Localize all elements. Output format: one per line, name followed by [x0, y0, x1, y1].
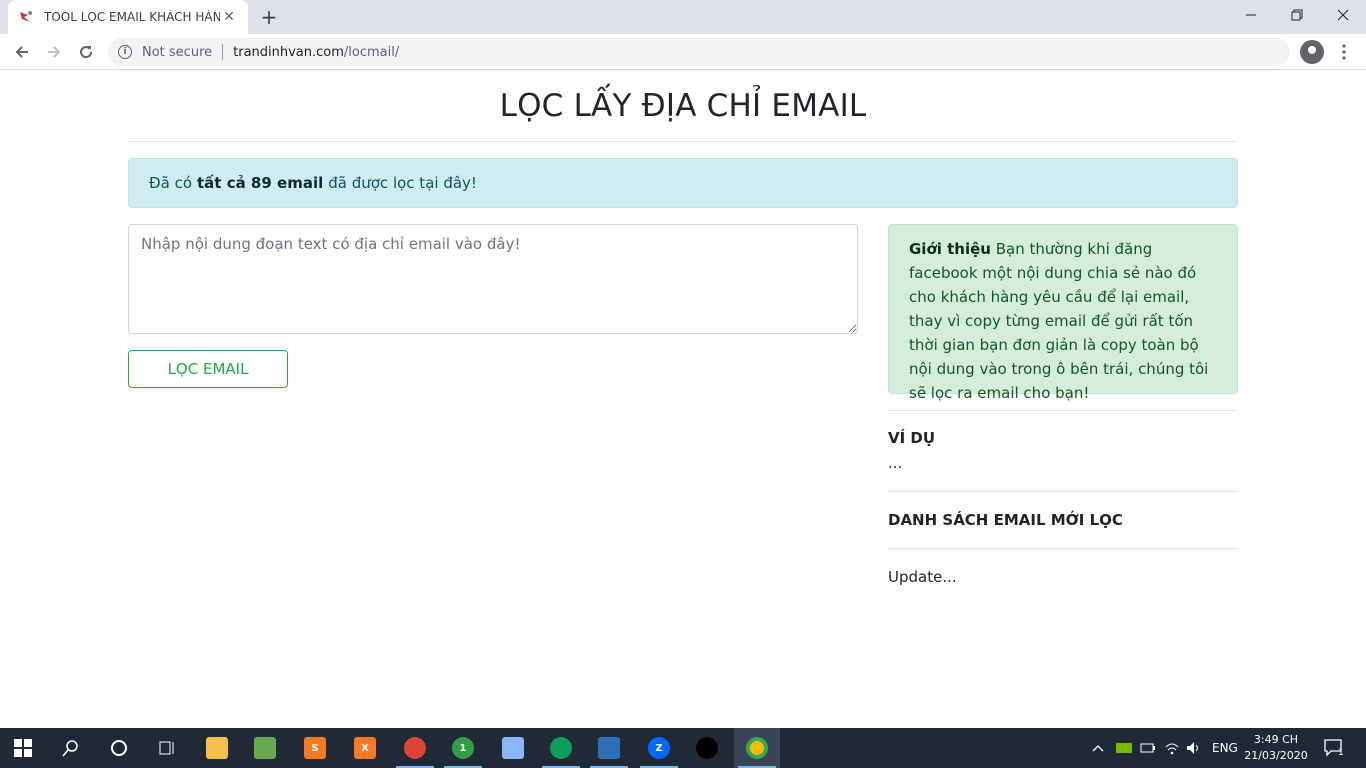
example-heading: VÍ DỤ: [888, 429, 936, 447]
chrome-alt-icon[interactable]: [538, 728, 584, 768]
chrome-active-icon[interactable]: [734, 728, 780, 768]
task-view-icon[interactable]: [144, 728, 190, 768]
security-label: Not secure: [142, 44, 213, 60]
cortana-icon[interactable]: [96, 728, 142, 768]
chrome-profile-icon[interactable]: [392, 728, 438, 768]
notification-count: 1: [1338, 748, 1344, 758]
notification-center-icon[interactable]: 1: [1324, 728, 1344, 768]
chat-app-icon[interactable]: 1: [440, 728, 486, 768]
chat-badge: 1: [452, 737, 474, 759]
xampp-icon[interactable]: X: [342, 728, 388, 768]
restore-icon[interactable]: [1274, 0, 1320, 30]
power-icon[interactable]: [1140, 728, 1156, 768]
volume-icon[interactable]: [1186, 728, 1202, 768]
wifi-icon[interactable]: [1164, 728, 1180, 768]
info-suffix: đã được lọc tại đây!: [328, 174, 477, 192]
search-icon[interactable]: [48, 728, 94, 768]
windows-start-icon[interactable]: [0, 728, 46, 768]
title-divider: [128, 141, 1238, 142]
language-indicator[interactable]: ENG: [1212, 728, 1238, 768]
clock[interactable]: 3:49 CH 21/03/2020: [1240, 732, 1312, 764]
tab-title: TOOL LỌC EMAIL KHÁCH HÀNG: [44, 10, 220, 24]
email-count-alert: Đã có tất cả 89 email đã được lọc tại đâ…: [128, 158, 1238, 208]
side-divider: [888, 491, 1238, 492]
info-prefix: Đã có: [149, 174, 193, 192]
back-arrow-icon[interactable]: [10, 40, 34, 64]
browser-menu-icon[interactable]: [1334, 40, 1354, 64]
omnibox-divider: [222, 44, 224, 60]
close-window-icon[interactable]: [1320, 0, 1366, 30]
url-path: /locmail/: [343, 44, 400, 60]
example-text: ...: [888, 454, 903, 472]
side-divider: [888, 548, 1238, 549]
sublime-text-icon[interactable]: S: [292, 728, 338, 768]
zalo-icon[interactable]: Z: [636, 728, 682, 768]
page-title: LỌC LẤY ĐỊA CHỈ EMAIL: [499, 88, 867, 124]
virtualbox-icon[interactable]: [586, 728, 632, 768]
filter-email-button[interactable]: LỌC EMAIL: [128, 350, 288, 388]
forward-arrow-icon[interactable]: [42, 40, 66, 64]
tab-close-icon[interactable]: ✕: [220, 8, 238, 26]
browser-toolbar: i Not secure trandinhvan.com/locmail/: [0, 34, 1366, 70]
notepad-app-icon[interactable]: [490, 728, 536, 768]
intro-text: Bạn thường khi đăng facebook một nội dun…: [909, 240, 1209, 402]
email-text-input[interactable]: [128, 224, 858, 334]
file-explorer-icon[interactable]: [194, 728, 240, 768]
info-icon[interactable]: i: [118, 45, 132, 59]
clock-date: 21/03/2020: [1244, 749, 1308, 762]
url-text: trandinhvan.com/locmail/: [233, 45, 399, 60]
spreadsheet-app-icon[interactable]: [242, 728, 288, 768]
address-bar[interactable]: i Not secure trandinhvan.com/locmail/: [108, 38, 1290, 66]
url-host: trandinhvan.com: [233, 44, 344, 60]
email-list-heading: DANH SÁCH EMAIL MỚI LỌC: [888, 511, 1123, 529]
clock-time: 3:49 CH: [1253, 733, 1299, 746]
side-divider: [888, 410, 1238, 411]
reload-icon[interactable]: [74, 40, 98, 64]
inkscape-icon[interactable]: [684, 728, 730, 768]
intro-label: Giới thiệu: [909, 240, 991, 258]
browser-tab[interactable]: TOOL LỌC EMAIL KHÁCH HÀNG ✕: [8, 0, 248, 34]
site-favicon-icon: [18, 9, 34, 25]
intro-box: Giới thiệu Bạn thường khi đăng facebook …: [888, 224, 1238, 402]
new-tab-button[interactable]: +: [258, 5, 280, 29]
minimize-icon[interactable]: [1228, 0, 1274, 30]
page-content: LỌC LẤY ĐỊA CHỈ EMAIL Đã có tất cả 89 em…: [0, 70, 1366, 728]
email-list-status: Update...: [888, 568, 957, 586]
info-count: tất cả 89 email: [197, 174, 324, 192]
profile-avatar-icon[interactable]: [1300, 40, 1324, 64]
tray-chevron-icon[interactable]: [1092, 728, 1104, 768]
windows-taskbar: S X 1 Z ENG 3:49 CH 21/03/2020 1: [0, 728, 1366, 768]
nvidia-icon[interactable]: [1116, 728, 1132, 768]
tab-strip: TOOL LỌC EMAIL KHÁCH HÀNG ✕ +: [0, 0, 1366, 34]
